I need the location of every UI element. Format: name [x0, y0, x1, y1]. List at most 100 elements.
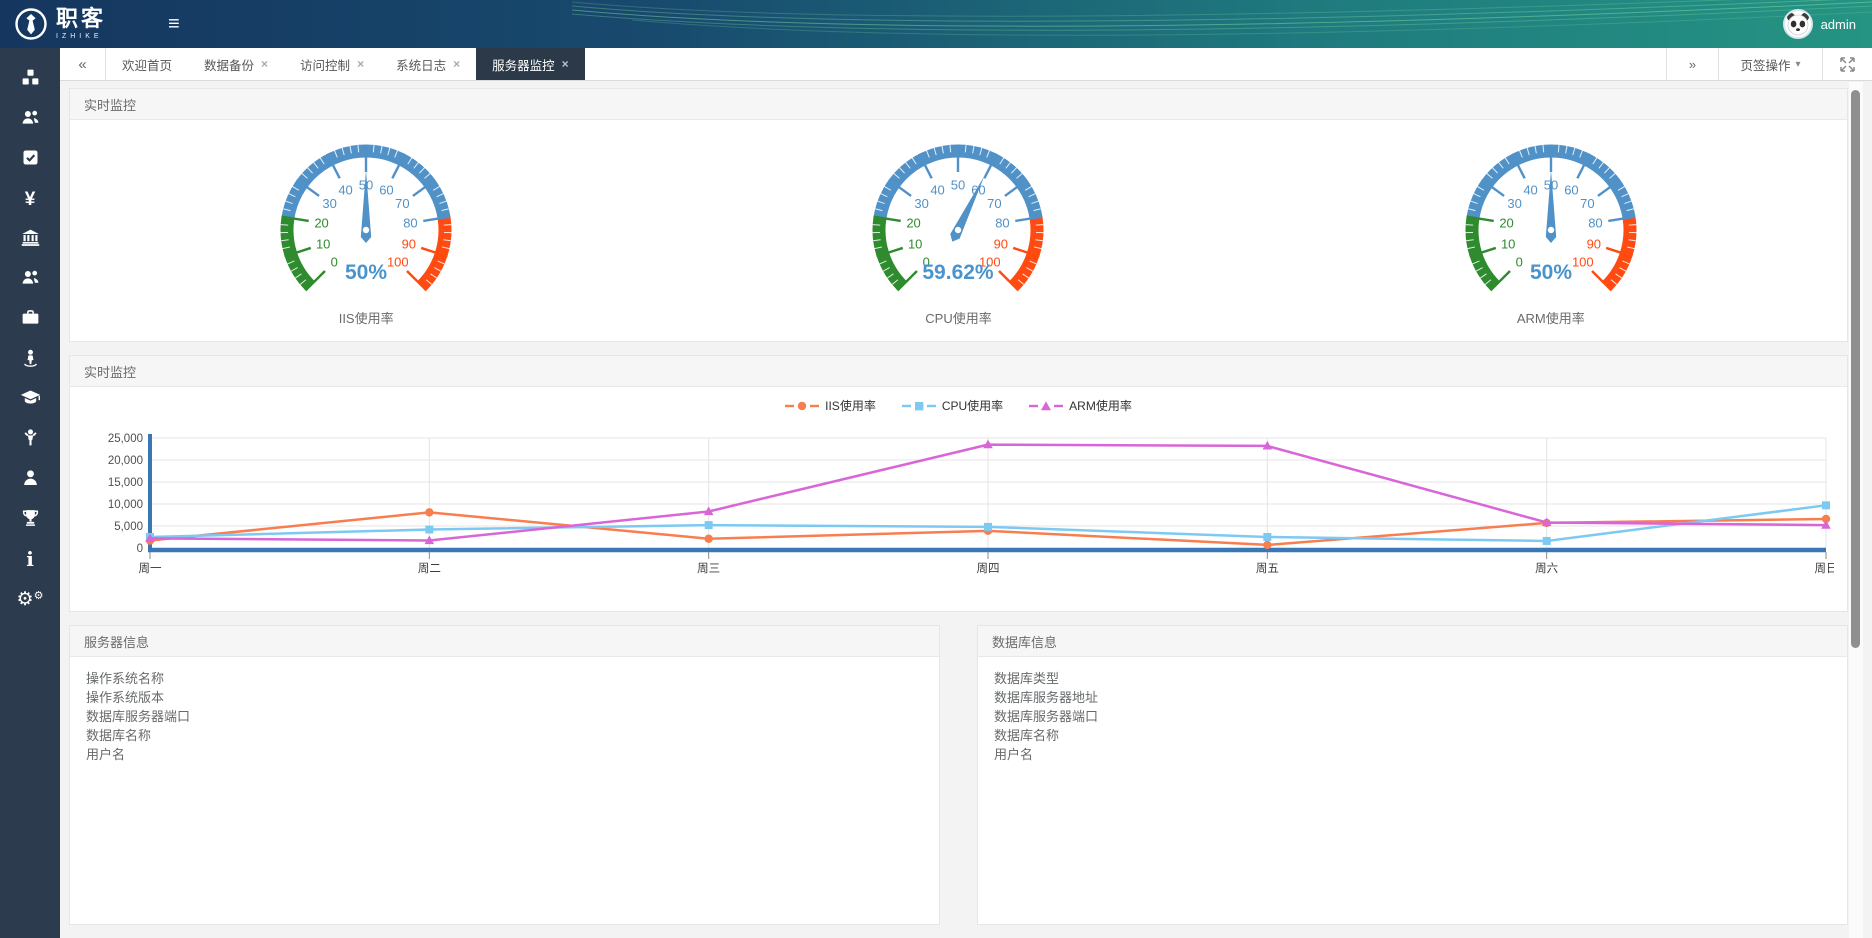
user-avatar[interactable]: [1783, 9, 1813, 39]
briefcase-icon: [20, 307, 41, 333]
sidebar-item-4[interactable]: ¥: [0, 180, 60, 220]
svg-text:20: 20: [907, 215, 921, 230]
sidebar-item-8[interactable]: [0, 340, 60, 380]
tab-operations-dropdown[interactable]: 页签操作 ▾: [1718, 48, 1822, 80]
sidebar-item-6[interactable]: [0, 260, 60, 300]
svg-text:10: 10: [1501, 236, 1515, 251]
svg-text:100: 100: [1572, 254, 1594, 269]
sidebar-item-5[interactable]: [0, 220, 60, 260]
sidebar-item-14[interactable]: ⚙⚙: [0, 580, 60, 620]
legend-label: ARM使用率: [1069, 397, 1132, 414]
chart-legend: IIS使用率 CPU使用率 ARM使用率: [70, 397, 1847, 414]
svg-text:70: 70: [395, 196, 409, 211]
tab-close-icon[interactable]: ×: [562, 57, 569, 71]
svg-text:0: 0: [137, 543, 143, 555]
svg-text:40: 40: [1523, 182, 1537, 197]
svg-text:周六: 周六: [1535, 562, 1558, 575]
users-icon-2: [20, 267, 41, 293]
gauge-IIS使用率: 010203040506070809010050%IIS使用率: [70, 132, 662, 327]
tab-label: 服务器监控: [492, 55, 555, 74]
legend-marker-square: [902, 400, 936, 412]
gauge-dial: 010203040506070809010050%: [1436, 132, 1666, 292]
gauge-caption: CPU使用率: [925, 308, 991, 327]
database-info-line: 用户名: [994, 745, 1831, 764]
tab-欢迎首页[interactable]: 欢迎首页: [106, 48, 188, 80]
sidebar-item-3[interactable]: [0, 140, 60, 180]
legend-label: IIS使用率: [825, 397, 876, 414]
database-info-panel: 数据库信息 数据库类型数据库服务器地址数据库服务器端口数据库名称用户名: [977, 625, 1848, 925]
sidebar-item-9[interactable]: [0, 380, 60, 420]
tab-访问控制[interactable]: 访问控制 ×: [284, 48, 380, 80]
sidebar-item-11[interactable]: [0, 460, 60, 500]
tabs-scroll-right-icon[interactable]: »: [1666, 48, 1718, 80]
sidebar-item-12[interactable]: [0, 500, 60, 540]
svg-text:90: 90: [994, 236, 1008, 251]
cubes-icon: [20, 67, 41, 93]
tab-系统日志[interactable]: 系统日志×: [380, 48, 476, 80]
gauge-panel-title: 实时监控: [70, 89, 1847, 120]
tabs-scroll-left-icon[interactable]: «: [60, 48, 106, 80]
gears-icon: ⚙⚙: [17, 590, 44, 610]
legend-item-IIS使用率[interactable]: IIS使用率: [785, 397, 876, 414]
svg-text:90: 90: [402, 236, 416, 251]
scrollbar-thumb[interactable]: [1851, 90, 1860, 648]
child-icon: [20, 427, 41, 453]
svg-text:80: 80: [1588, 215, 1602, 230]
server-info-panel: 服务器信息 操作系统名称操作系统版本数据库服务器端口数据库名称用户名: [69, 625, 940, 925]
tab-label: 访问控制: [300, 55, 350, 74]
svg-text:10,000: 10,000: [108, 499, 143, 511]
gauge-CPU使用率: 010203040506070809010059.62% CPU使用率: [662, 132, 1254, 327]
sidebar-item-13[interactable]: i: [0, 540, 60, 580]
svg-text:10: 10: [316, 236, 330, 251]
sidebar-item-10[interactable]: [0, 420, 60, 460]
yen-icon: ¥: [25, 190, 36, 210]
database-info-title: 数据库信息: [978, 626, 1847, 657]
database-info-list: 数据库类型数据库服务器地址数据库服务器端口数据库名称用户名: [978, 657, 1847, 776]
svg-text:50: 50: [951, 178, 965, 193]
legend-label: CPU使用率: [942, 397, 1003, 414]
legend-marker-circle: [785, 400, 819, 412]
database-info-line: 数据库服务器地址: [994, 688, 1831, 707]
tab-服务器监控[interactable]: 服务器监控 ×: [476, 48, 585, 80]
svg-text:30: 30: [323, 196, 337, 211]
legend-item-CPU使用率[interactable]: CPU使用率: [902, 397, 1003, 414]
svg-text:周五: 周五: [1256, 562, 1279, 575]
vertical-scrollbar: [1849, 82, 1863, 938]
gauge-row: 010203040506070809010050%IIS使用率010203040…: [70, 120, 1847, 341]
panda-avatar-icon: [1785, 11, 1811, 37]
svg-text:20,000: 20,000: [108, 455, 143, 467]
legend-marker-triangle: [1029, 400, 1063, 412]
server-info-title: 服务器信息: [70, 626, 939, 657]
tab-数据备份[interactable]: 数据备份×: [188, 48, 284, 80]
line-chart-panel: 实时监控 IIS使用率CPU使用率ARM使用率 05,00010,00015,0…: [69, 355, 1848, 612]
users-icon: [20, 107, 41, 133]
database-info-line: 数据库服务器端口: [994, 707, 1831, 726]
username-label[interactable]: admin: [1821, 17, 1856, 32]
sidebar-item-1[interactable]: [0, 60, 60, 100]
gauge-dial: 010203040506070809010059.62%: [843, 132, 1073, 292]
svg-text:40: 40: [338, 182, 352, 197]
database-info-line: 数据库名称: [994, 726, 1831, 745]
sidebar-item-7[interactable]: [0, 300, 60, 340]
tab-close-icon[interactable]: ×: [453, 57, 460, 71]
svg-text:90: 90: [1586, 236, 1600, 251]
server-info-line: 用户名: [86, 745, 923, 764]
svg-text:周日: 周日: [1815, 562, 1835, 575]
database-info-line: 数据库类型: [994, 669, 1831, 688]
tab-close-icon[interactable]: ×: [261, 57, 268, 71]
tab-close-icon[interactable]: ×: [357, 57, 364, 71]
gauge-dial: 010203040506070809010050%: [251, 132, 481, 292]
fullscreen-icon[interactable]: [1822, 48, 1872, 80]
hamburger-menu-icon[interactable]: ≡: [168, 0, 180, 48]
legend-item-ARM使用率[interactable]: ARM使用率: [1029, 397, 1132, 414]
gauge-caption: ARM使用率: [1517, 308, 1585, 327]
line-chart-panel-title: 实时监控: [70, 356, 1847, 387]
svg-text:70: 70: [1580, 196, 1594, 211]
svg-text:50%: 50%: [1530, 261, 1572, 284]
svg-text:周三: 周三: [697, 562, 720, 575]
sidebar-item-2[interactable]: [0, 100, 60, 140]
sidebar-nav: ¥ i ⚙⚙: [0, 48, 60, 938]
svg-text:80: 80: [403, 215, 417, 230]
svg-text:0: 0: [1515, 254, 1522, 269]
svg-text:100: 100: [387, 254, 409, 269]
